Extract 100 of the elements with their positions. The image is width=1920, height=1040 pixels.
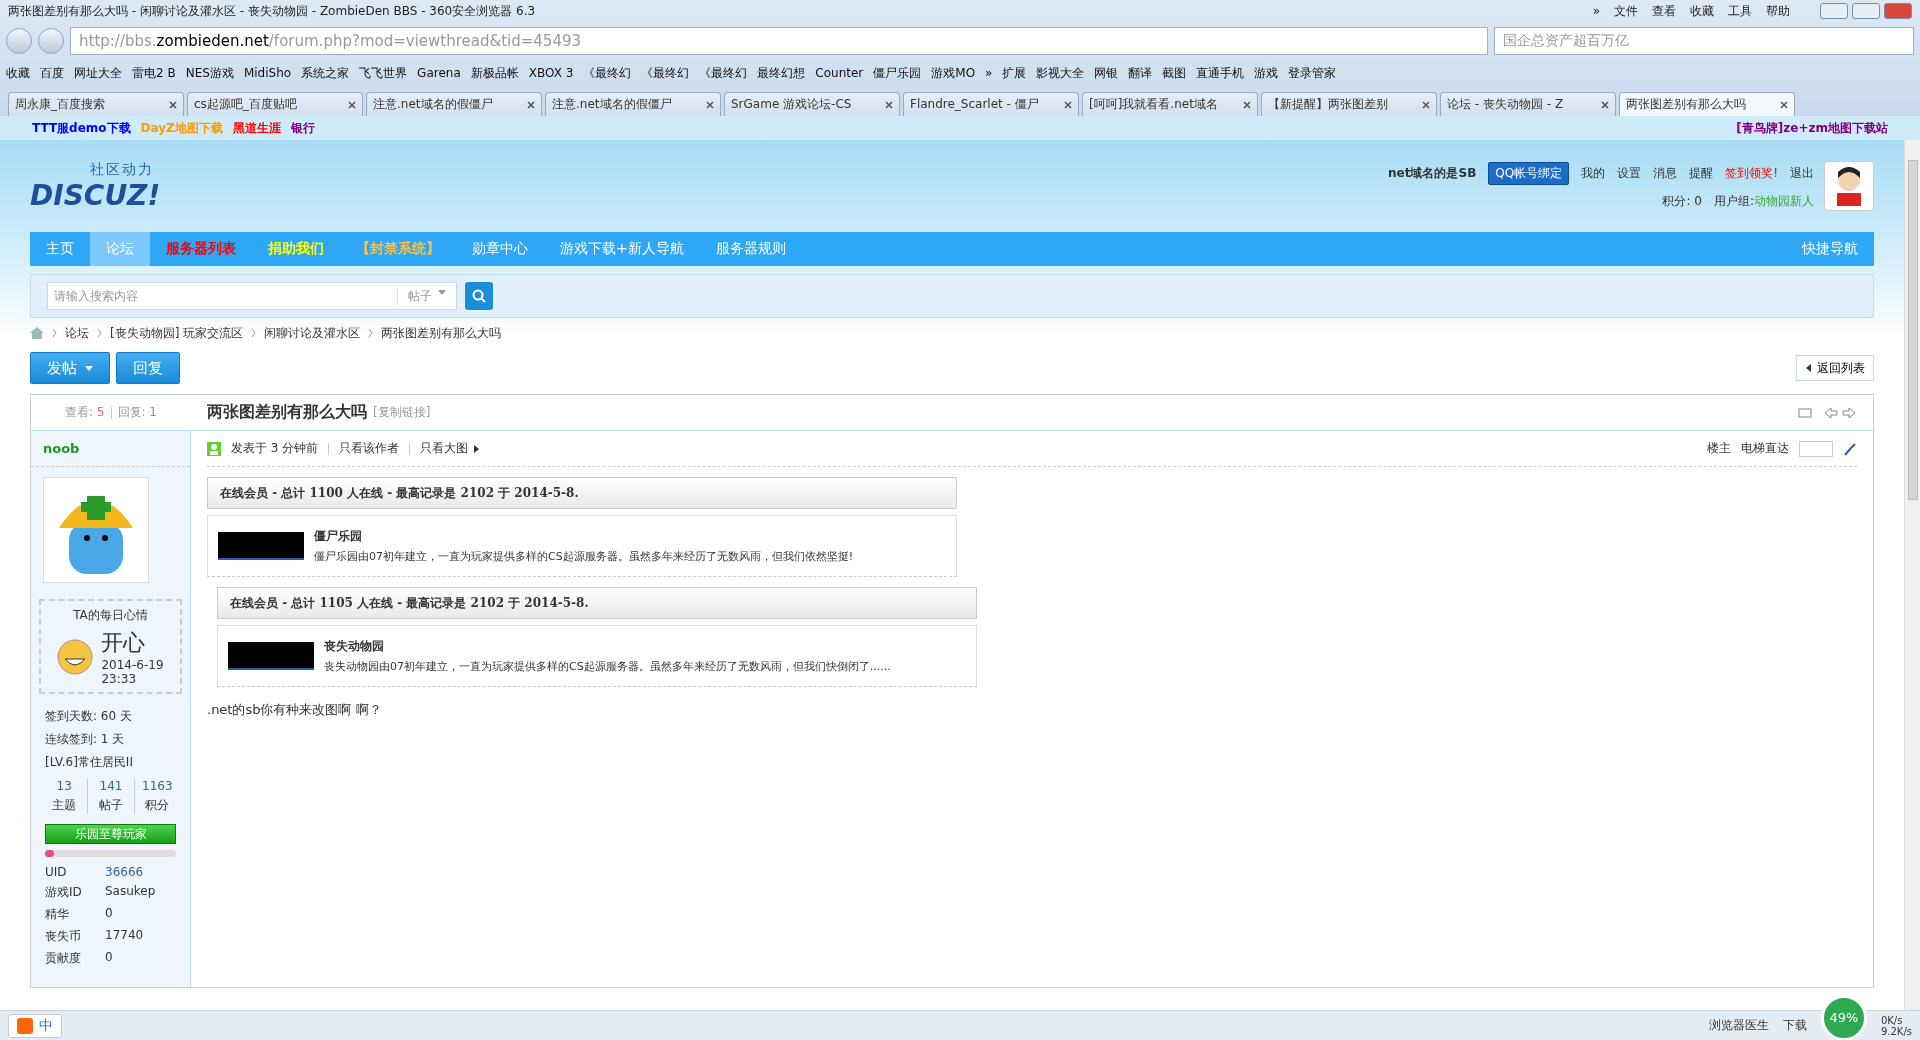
- bookmark[interactable]: 新极品帐: [470, 64, 519, 82]
- go-icon[interactable]: [1843, 441, 1857, 456]
- user-link[interactable]: 提醒: [1689, 165, 1714, 182]
- bookmark[interactable]: 翻译: [1128, 64, 1153, 82]
- search-icon[interactable]: [472, 289, 486, 303]
- avatar[interactable]: [1824, 161, 1874, 211]
- floor-label: 楼主: [1707, 440, 1731, 457]
- bookmark[interactable]: 游戏MO: [931, 64, 976, 82]
- menu-item[interactable]: 收藏: [1690, 2, 1714, 20]
- download-link[interactable]: 下载: [1782, 1017, 1807, 1034]
- minimize-button[interactable]: [1820, 3, 1848, 19]
- user-link[interactable]: 消息: [1653, 165, 1678, 182]
- close-icon[interactable]: [348, 100, 356, 109]
- server-description: 僵尸乐园由07初年建立，一直为玩家提供多样的CS起源服务器。虽然多年来经历了无数风雨，但我们依然坚挺!: [314, 549, 854, 564]
- server-name: 僵尸乐园: [314, 528, 363, 545]
- bookmark[interactable]: NES游戏: [185, 64, 234, 82]
- bookmark[interactable]: 扩展: [1002, 64, 1027, 82]
- bookmark[interactable]: Counter: [815, 66, 864, 80]
- notice-link[interactable]: 银行: [290, 119, 315, 137]
- close-icon[interactable]: [527, 100, 535, 109]
- bookmark[interactable]: Garena: [417, 66, 461, 80]
- browser-tab[interactable]: 注意.net域名的假僵尸: [366, 92, 542, 116]
- bookmark[interactable]: 直通手机: [1196, 64, 1245, 82]
- count-label: 主题: [52, 797, 77, 814]
- browser-tab[interactable]: SrGame 游戏论坛-CS: [724, 92, 900, 116]
- notice-link[interactable]: [青鸟牌]ze+zm地图下载站: [1736, 119, 1888, 137]
- breadcrumb-link[interactable]: 两张图差别有那么大吗: [381, 324, 502, 342]
- address-field[interactable]: http://bbs.zombieden.net/forum.php?mod=viewthread&tid=45493: [70, 27, 1488, 55]
- browser-doctor-link[interactable]: 浏览器医生: [1708, 1017, 1769, 1034]
- bookmark[interactable]: »: [985, 66, 993, 80]
- replies-count: 回复: 1: [117, 404, 157, 421]
- online-stats-header: 在线会员 - 总计 1100 人在线 - 最高记录是 2102 于 2014-5-8.: [207, 477, 957, 509]
- medal-badge: 乐园至尊玩家: [45, 824, 176, 844]
- menu-item[interactable]: 查看: [1652, 2, 1676, 20]
- bookmark[interactable]: 百度: [40, 64, 64, 82]
- bookmark[interactable]: 游戏: [1254, 64, 1279, 82]
- bookmark[interactable]: 《最终幻: [583, 64, 632, 82]
- window-title: 两张图差别有那么大吗 - 闲聊讨论及灌水区 - 丧失动物园 - ZombieDen BBS - 360安全浏览器 6.3: [8, 2, 537, 20]
- browser-tab[interactable]: 周永康_百度搜索: [8, 92, 184, 116]
- caret-icon: [438, 287, 446, 296]
- browser-tab[interactable]: 注意.net域名的假僵尸: [545, 92, 721, 116]
- username[interactable]: net域名的是SB: [1388, 165, 1477, 182]
- count-value[interactable]: 141: [99, 779, 123, 793]
- browser-tab[interactable]: Flandre_Scarlet - 僵尸: [903, 92, 1079, 116]
- bookmark[interactable]: 《最终幻: [699, 64, 748, 82]
- menu-item[interactable]: »: [1592, 4, 1600, 18]
- only-author-link[interactable]: 只看该作者: [339, 440, 400, 457]
- author-stat: 签到天数: 60 天: [45, 708, 133, 725]
- bookmark[interactable]: XBOX 3: [528, 66, 574, 80]
- browser-tab[interactable]: 两张图差别有那么大吗: [1619, 92, 1795, 116]
- browser-tab[interactable]: [呵呵]我就看看.net域名: [1082, 92, 1258, 116]
- close-icon[interactable]: [169, 100, 177, 109]
- scrollbar-thumb[interactable]: [1907, 160, 1918, 500]
- close-icon[interactable]: [1064, 100, 1072, 109]
- ime-toolbar[interactable]: 中: [8, 1013, 62, 1038]
- bookmark[interactable]: MidiSho: [243, 66, 292, 80]
- user-link[interactable]: 我的: [1581, 165, 1606, 182]
- author-avatar[interactable]: [43, 477, 149, 583]
- profile-link[interactable]: 36666: [105, 865, 176, 879]
- breadcrumb-link[interactable]: 论坛: [65, 324, 89, 342]
- bookmark[interactable]: 系统之家: [301, 64, 350, 82]
- floor-jump-field[interactable]: [1799, 440, 1833, 457]
- bookmark[interactable]: 网银: [1094, 64, 1119, 82]
- count-label: 积分: [145, 797, 170, 814]
- close-icon[interactable]: [1601, 100, 1609, 109]
- bookmark[interactable]: 收藏: [6, 64, 30, 82]
- browser-tab[interactable]: 【新提醒】两张图差别: [1261, 92, 1437, 116]
- bookmark[interactable]: 雷电2 B: [132, 64, 176, 82]
- back-to-list-button[interactable]: 返回列表: [1796, 355, 1874, 381]
- close-icon[interactable]: [706, 100, 714, 109]
- mood-text: 开心: [101, 629, 147, 657]
- bookmark[interactable]: 截图: [1162, 64, 1187, 82]
- search-button[interactable]: [465, 282, 493, 310]
- breadcrumb-link[interactable]: 闲聊讨论及灌水区: [264, 324, 361, 342]
- bookmark[interactable]: 飞飞世界: [359, 64, 408, 82]
- count-value[interactable]: 13: [56, 779, 72, 793]
- qq-bind-button[interactable]: QQ帐号绑定: [1488, 162, 1570, 185]
- menu-item[interactable]: 文件: [1614, 2, 1638, 20]
- logout-link[interactable]: 退出: [1790, 165, 1814, 182]
- notice-link[interactable]: TTT服demo下载: [32, 119, 131, 137]
- bookmark[interactable]: 最终幻想: [757, 64, 806, 82]
- only-big-image-link[interactable]: 只看大图: [420, 440, 481, 457]
- browser-tab[interactable]: cs起源吧_百度贴吧: [187, 92, 363, 116]
- menu-item[interactable]: 工具: [1728, 2, 1752, 20]
- close-icon[interactable]: [885, 100, 893, 109]
- bookmark[interactable]: 登录管家: [1288, 64, 1337, 82]
- bookmark[interactable]: 僵尸乐园: [873, 64, 922, 82]
- bookmark[interactable]: 网址大全: [74, 64, 122, 82]
- breadcrumb-link[interactable]: [丧失动物园] 玩家交流区: [110, 324, 244, 342]
- count-value[interactable]: 1163: [142, 779, 173, 793]
- user-link[interactable]: 设置: [1617, 165, 1642, 182]
- close-icon[interactable]: [1422, 100, 1430, 109]
- browser-tab[interactable]: 论坛 - 丧失动物园 - Z: [1440, 92, 1616, 116]
- bookmark[interactable]: 《最终幻: [641, 64, 690, 82]
- bookmark[interactable]: 影视大全: [1036, 64, 1085, 82]
- site-logo[interactable]: DISCUZ!: [30, 178, 161, 212]
- maximize-button[interactable]: [1852, 3, 1880, 19]
- close-icon[interactable]: [1243, 100, 1251, 109]
- menu-item[interactable]: 帮助: [1766, 2, 1790, 20]
- close-icon[interactable]: [1780, 100, 1788, 109]
